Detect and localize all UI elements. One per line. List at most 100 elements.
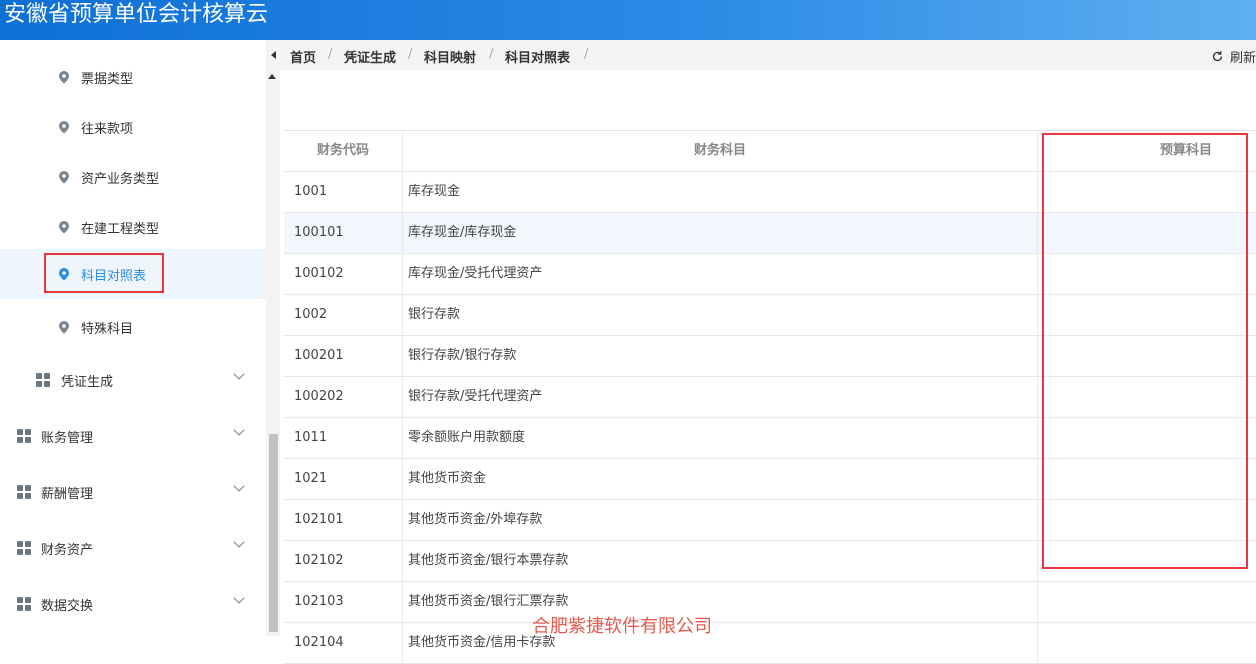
cell-code: 1011 bbox=[284, 418, 403, 458]
cell-budget[interactable] bbox=[1038, 213, 1256, 253]
sidebar-group-payroll[interactable]: 薪酬管理 bbox=[0, 464, 266, 520]
cell-budget[interactable] bbox=[1038, 254, 1256, 294]
sidebar-item-label: 在建工程类型 bbox=[81, 221, 160, 237]
caret-left-icon[interactable] bbox=[271, 51, 276, 59]
cell-code: 100202 bbox=[284, 377, 403, 417]
breadcrumb: 首页 / 凭证生成 / 科目映射 / 科目对照表 / 刷新 bbox=[266, 40, 1256, 70]
column-header-budget[interactable]: 预算科目 bbox=[1038, 131, 1256, 171]
breadcrumb-separator: / bbox=[584, 47, 589, 62]
column-header-account[interactable]: 财务科目 bbox=[403, 131, 1038, 171]
table-row[interactable]: 102101 其他货币资金/外埠存款 bbox=[284, 500, 1256, 541]
chevron-down-icon bbox=[233, 592, 245, 604]
watermark: 合肥紫捷软件有限公司 bbox=[532, 616, 712, 637]
sidebar-item-special-accounts[interactable]: 特殊科目 bbox=[0, 302, 266, 352]
cell-budget[interactable] bbox=[1038, 295, 1256, 335]
table-row[interactable]: 100201 银行存款/银行存款 bbox=[284, 336, 1256, 377]
breadcrumb-account-mapping[interactable]: 科目映射 bbox=[424, 47, 476, 66]
cell-account: 其他货币资金 bbox=[403, 459, 1038, 499]
table-row[interactable]: 1002 银行存款 bbox=[284, 295, 1256, 336]
cell-account: 库存现金/受托代理资产 bbox=[403, 254, 1038, 294]
cell-account: 库存现金/库存现金 bbox=[403, 213, 1038, 253]
location-pin-icon bbox=[59, 71, 69, 84]
cell-code: 1001 bbox=[284, 172, 403, 212]
location-pin-icon bbox=[59, 121, 69, 134]
cell-budget[interactable] bbox=[1038, 418, 1256, 458]
sidebar-item-bill-type[interactable]: 票据类型 bbox=[0, 52, 266, 102]
cell-code: 1021 bbox=[284, 459, 403, 499]
table-body: 1001 库存现金 100101 库存现金/库存现金 100102 库存现金/受托代理资产… bbox=[284, 172, 1256, 664]
table-row[interactable]: 100202 银行存款/受托代理资产 bbox=[284, 377, 1256, 418]
grid-icon bbox=[17, 541, 31, 555]
table-header: 财务代码 财务科目 预算科目 bbox=[284, 131, 1256, 172]
location-pin-icon bbox=[59, 321, 69, 334]
sidebar-item-label: 往来款项 bbox=[81, 121, 134, 137]
cell-account: 其他货币资金/外埠存款 bbox=[403, 500, 1038, 540]
cell-budget[interactable] bbox=[1038, 541, 1256, 581]
cell-budget[interactable] bbox=[1038, 500, 1256, 540]
scroll-up-icon[interactable] bbox=[268, 74, 276, 79]
table-row[interactable]: 102102 其他货币资金/银行本票存款 bbox=[284, 541, 1256, 582]
table-row[interactable]: 100102 库存现金/受托代理资产 bbox=[284, 254, 1256, 295]
cell-budget[interactable] bbox=[1038, 377, 1256, 417]
sidebar-scrollbar[interactable] bbox=[266, 70, 280, 636]
account-mapping-table: 财务代码 财务科目 预算科目 1001 库存现金 100101 库存现金/库存现金 10… bbox=[284, 130, 1256, 664]
cell-code: 100102 bbox=[284, 254, 403, 294]
cell-account: 其他货币资金/银行本票存款 bbox=[403, 541, 1038, 581]
table-row[interactable]: 1011 零余额账户用款额度 bbox=[284, 418, 1256, 459]
breadcrumb-separator: / bbox=[489, 47, 494, 62]
cell-code: 102104 bbox=[284, 623, 403, 663]
cell-account: 银行存款 bbox=[403, 295, 1038, 335]
breadcrumb-current: 科目对照表 bbox=[505, 51, 571, 66]
sidebar-group-data-exchange[interactable]: 数据交换 bbox=[0, 576, 266, 632]
refresh-label: 刷新 bbox=[1229, 51, 1256, 66]
cell-budget[interactable] bbox=[1038, 459, 1256, 499]
sidebar-group-financial-assets[interactable]: 财务资产 bbox=[0, 520, 266, 576]
location-pin-icon bbox=[59, 171, 69, 184]
app-header: 安徽省预算单位会计核算云 bbox=[0, 0, 1256, 40]
cell-code: 102103 bbox=[284, 582, 403, 622]
grid-icon bbox=[17, 597, 31, 611]
sidebar-item-label: 特殊科目 bbox=[81, 321, 134, 337]
grid-icon bbox=[17, 485, 31, 499]
grid-icon bbox=[36, 373, 50, 387]
breadcrumb-voucher[interactable]: 凭证生成 bbox=[344, 47, 396, 66]
sidebar-group-label: 凭证生成 bbox=[61, 374, 114, 390]
cell-budget[interactable] bbox=[1038, 582, 1256, 622]
cell-budget[interactable] bbox=[1038, 172, 1256, 212]
sidebar-item-current-accounts[interactable]: 往来款项 bbox=[0, 102, 266, 152]
breadcrumb-separator: / bbox=[408, 47, 413, 62]
cell-code: 1002 bbox=[284, 295, 403, 335]
cell-code: 100201 bbox=[284, 336, 403, 376]
cell-budget[interactable] bbox=[1038, 336, 1256, 376]
table-row[interactable]: 102103 其他货币资金/银行汇票存款 bbox=[284, 582, 1256, 623]
cell-account: 银行存款/受托代理资产 bbox=[403, 377, 1038, 417]
breadcrumb-home[interactable]: 首页 bbox=[290, 47, 316, 66]
sidebar: 票据类型 往来款项 资产业务类型 在建工程类型 科目对照表 特殊科目 凭证生成 … bbox=[0, 40, 282, 636]
sidebar-item-construction-type[interactable]: 在建工程类型 bbox=[0, 202, 266, 252]
cell-code: 100101 bbox=[284, 213, 403, 253]
chevron-down-icon bbox=[233, 480, 245, 492]
table-row[interactable]: 100101 库存现金/库存现金 bbox=[284, 213, 1256, 254]
table-row[interactable]: 1001 库存现金 bbox=[284, 172, 1256, 213]
chevron-down-icon bbox=[233, 368, 245, 380]
cell-account: 其他货币资金/信用卡存款 bbox=[403, 623, 1038, 663]
cell-code: 102101 bbox=[284, 500, 403, 540]
sidebar-group-label: 账务管理 bbox=[41, 430, 94, 446]
active-item-annotation-box bbox=[44, 253, 164, 293]
app-title: 安徽省预算单位会计核算云 bbox=[4, 2, 269, 27]
table-row[interactable]: 102104 其他货币资金/信用卡存款 bbox=[284, 623, 1256, 664]
chevron-down-icon bbox=[233, 536, 245, 548]
main-content: 财务代码 财务科目 预算科目 1001 库存现金 100101 库存现金/库存现金 10… bbox=[282, 70, 1256, 664]
breadcrumb-separator: / bbox=[328, 47, 333, 62]
table-row[interactable]: 1021 其他货币资金 bbox=[284, 459, 1256, 500]
scrollbar-thumb[interactable] bbox=[269, 434, 278, 632]
cell-account: 其他货币资金/银行汇票存款 bbox=[403, 582, 1038, 622]
refresh-button[interactable]: 刷新 bbox=[1211, 47, 1256, 66]
cell-budget[interactable] bbox=[1038, 623, 1256, 663]
sidebar-group-accounting[interactable]: 账务管理 bbox=[0, 408, 266, 464]
sidebar-group-voucher[interactable]: 凭证生成 bbox=[0, 352, 266, 408]
sidebar-item-asset-business-type[interactable]: 资产业务类型 bbox=[0, 152, 266, 202]
column-header-code[interactable]: 财务代码 bbox=[284, 131, 403, 171]
sidebar-group-label: 薪酬管理 bbox=[41, 486, 94, 502]
sidebar-group-label: 数据交换 bbox=[41, 598, 94, 614]
